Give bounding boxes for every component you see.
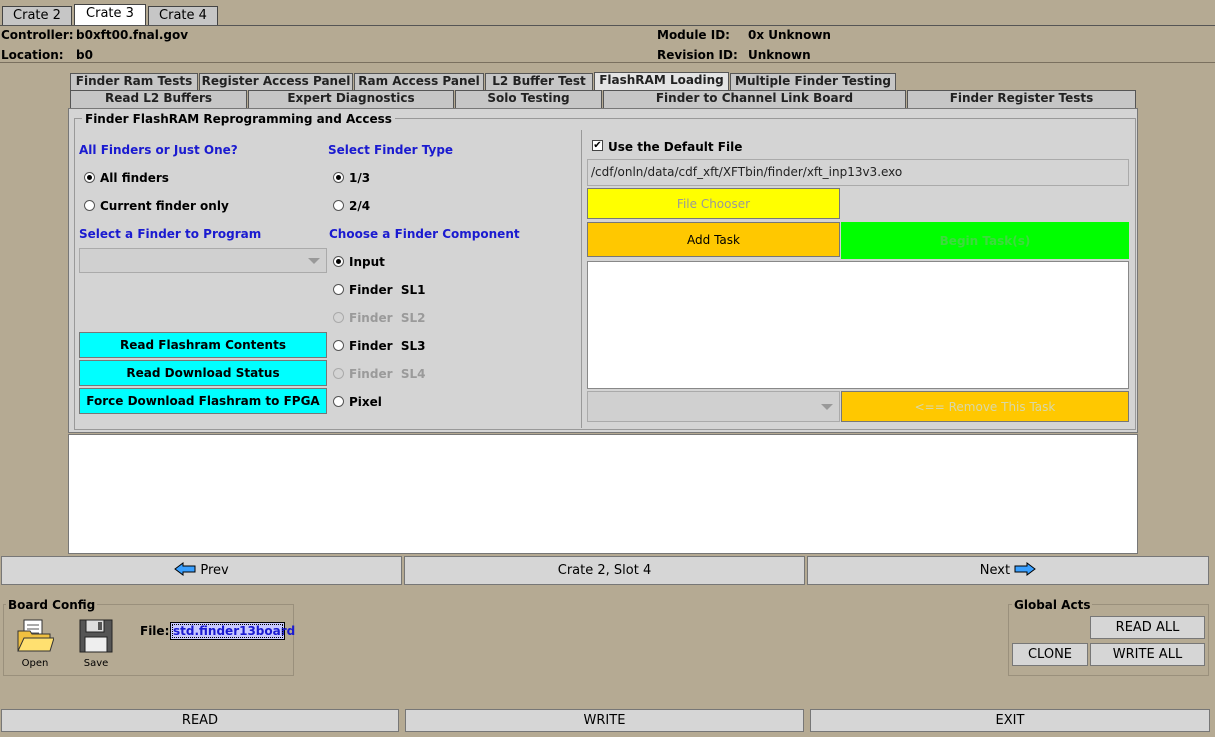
- save-label: Save: [83, 658, 109, 669]
- component-label: Finder SL3: [349, 339, 426, 353]
- module-id-value: 0x Unknown: [748, 28, 831, 42]
- component-heading: Choose a Finder Component: [329, 227, 520, 241]
- location-value: b0: [76, 48, 93, 62]
- write-button[interactable]: WRITE: [405, 709, 804, 732]
- component-label: Finder SL2: [349, 311, 426, 325]
- board-config-title: Board Config: [6, 598, 98, 612]
- component-label: Finder SL4: [349, 367, 426, 381]
- force-download-button[interactable]: Force Download Flashram to FPGA: [79, 388, 327, 414]
- floppy-disk-icon: [79, 619, 113, 653]
- tab-flashram-loading[interactable]: FlashRAM Loading: [594, 72, 729, 90]
- tab-crate-3[interactable]: Crate 3: [74, 4, 146, 25]
- component-sl2-radio: Finder SL2: [333, 311, 426, 325]
- component-sl1-radio[interactable]: Finder SL1: [333, 283, 426, 297]
- select-finder-heading: Select a Finder to Program: [79, 227, 262, 241]
- log-area[interactable]: [68, 434, 1138, 554]
- file-chooser-button[interactable]: File Chooser: [587, 188, 840, 219]
- type-2-4-label: 2/4: [349, 199, 371, 213]
- radio-selected-icon: [333, 256, 344, 267]
- module-id-label: Module ID:: [657, 28, 730, 42]
- read-flashram-button[interactable]: Read Flashram Contents: [79, 332, 327, 358]
- component-sl3-radio[interactable]: Finder SL3: [333, 339, 426, 353]
- component-label: Input: [349, 255, 385, 269]
- arrow-right-icon: [1014, 562, 1037, 576]
- all-finders-radio[interactable]: All finders: [84, 171, 169, 185]
- exit-button[interactable]: EXIT: [810, 709, 1210, 732]
- board-file-field[interactable]: std.finder13board: [170, 622, 295, 640]
- tab-ram-access-panel[interactable]: Ram Access Panel: [354, 73, 484, 90]
- tab-read-l2-buffers[interactable]: Read L2 Buffers: [70, 90, 247, 108]
- radio-icon: [333, 200, 344, 211]
- global-acts-title: Global Acts: [1012, 598, 1093, 612]
- radio-icon: [333, 368, 344, 379]
- controller-value: b0xft00.fnal.gov: [76, 28, 189, 42]
- next-button[interactable]: Next: [807, 556, 1209, 585]
- location-label: Location:: [1, 48, 64, 62]
- radio-icon: [333, 284, 344, 295]
- use-default-label: Use the Default File: [608, 140, 743, 154]
- begin-tasks-button: Begin Task(s): [841, 222, 1129, 259]
- controller-label: Controller:: [1, 28, 74, 42]
- add-task-button[interactable]: Add Task: [587, 222, 840, 257]
- prev-label: Prev: [200, 563, 229, 578]
- task-select: [587, 391, 840, 422]
- revision-id-value: Unknown: [748, 48, 811, 62]
- tab-l2-buffer-test[interactable]: L2 Buffer Test: [485, 73, 593, 90]
- chevron-down-icon: [308, 258, 320, 264]
- prev-button[interactable]: Prev: [1, 556, 402, 585]
- tab-solo-testing[interactable]: Solo Testing: [455, 90, 602, 108]
- radio-icon: [333, 340, 344, 351]
- finder-type-heading: Select Finder Type: [328, 143, 454, 157]
- component-sl4-radio: Finder SL4: [333, 367, 426, 381]
- radio-icon: [84, 200, 95, 211]
- radio-selected-icon: [84, 172, 95, 183]
- tab-crate-4[interactable]: Crate 4: [148, 6, 218, 25]
- component-input-radio[interactable]: Input: [333, 255, 385, 269]
- read-button[interactable]: READ: [1, 709, 399, 732]
- next-label: Next: [979, 563, 1011, 578]
- tab-finder-to-channel-link-board[interactable]: Finder to Channel Link Board: [603, 90, 906, 108]
- tab-finder-register-tests[interactable]: Finder Register Tests: [907, 90, 1136, 108]
- current-finder-label: Current finder only: [100, 199, 229, 213]
- arrow-left-icon: [174, 562, 196, 576]
- chevron-down-icon: [821, 404, 833, 410]
- use-default-checkbox[interactable]: ✔: [592, 140, 603, 151]
- clone-button[interactable]: CLONE: [1012, 643, 1088, 666]
- component-label: Finder SL1: [349, 283, 426, 297]
- finders-heading: All Finders or Just One?: [79, 143, 238, 157]
- panel-title: Finder FlashRAM Reprogramming and Access: [82, 112, 395, 126]
- radio-icon: [333, 312, 344, 323]
- file-label: File:: [140, 624, 170, 638]
- tab-multiple-finder-testing[interactable]: Multiple Finder Testing: [730, 73, 896, 90]
- remove-task-button: <== Remove This Task: [841, 391, 1129, 422]
- tab-register-access-panel[interactable]: Register Access Panel: [199, 73, 353, 90]
- component-pixel-radio[interactable]: Pixel: [333, 395, 382, 409]
- tab-finder-ram-tests[interactable]: Finder Ram Tests: [70, 73, 198, 90]
- task-list[interactable]: [587, 261, 1129, 389]
- tab-expert-diagnostics[interactable]: Expert Diagnostics: [248, 90, 454, 108]
- tab-crate-2[interactable]: Crate 2: [2, 6, 72, 25]
- type-1-3-label: 1/3: [349, 171, 371, 185]
- revision-id-label: Revision ID:: [657, 48, 738, 62]
- open-button[interactable]: Open: [15, 617, 55, 675]
- save-button[interactable]: Save: [76, 617, 116, 675]
- read-all-button[interactable]: READ ALL: [1090, 616, 1205, 639]
- type-2-4-radio[interactable]: 2/4: [333, 199, 370, 213]
- component-label: Pixel: [349, 395, 382, 409]
- write-all-button[interactable]: WRITE ALL: [1090, 643, 1205, 666]
- open-label: Open: [21, 658, 49, 669]
- all-finders-label: All finders: [100, 171, 169, 185]
- radio-selected-icon: [333, 172, 344, 183]
- slot-indicator: Crate 2, Slot 4: [404, 556, 805, 585]
- finder-select[interactable]: [79, 248, 327, 273]
- current-finder-radio[interactable]: Current finder only: [84, 199, 229, 213]
- radio-icon: [333, 396, 344, 407]
- read-download-status-button[interactable]: Read Download Status: [79, 360, 327, 386]
- file-path-field[interactable]: /cdf/onln/data/cdf_xft/XFTbin/finder/xft…: [587, 159, 1129, 186]
- type-1-3-radio[interactable]: 1/3: [333, 171, 370, 185]
- open-folder-icon: [17, 619, 55, 652]
